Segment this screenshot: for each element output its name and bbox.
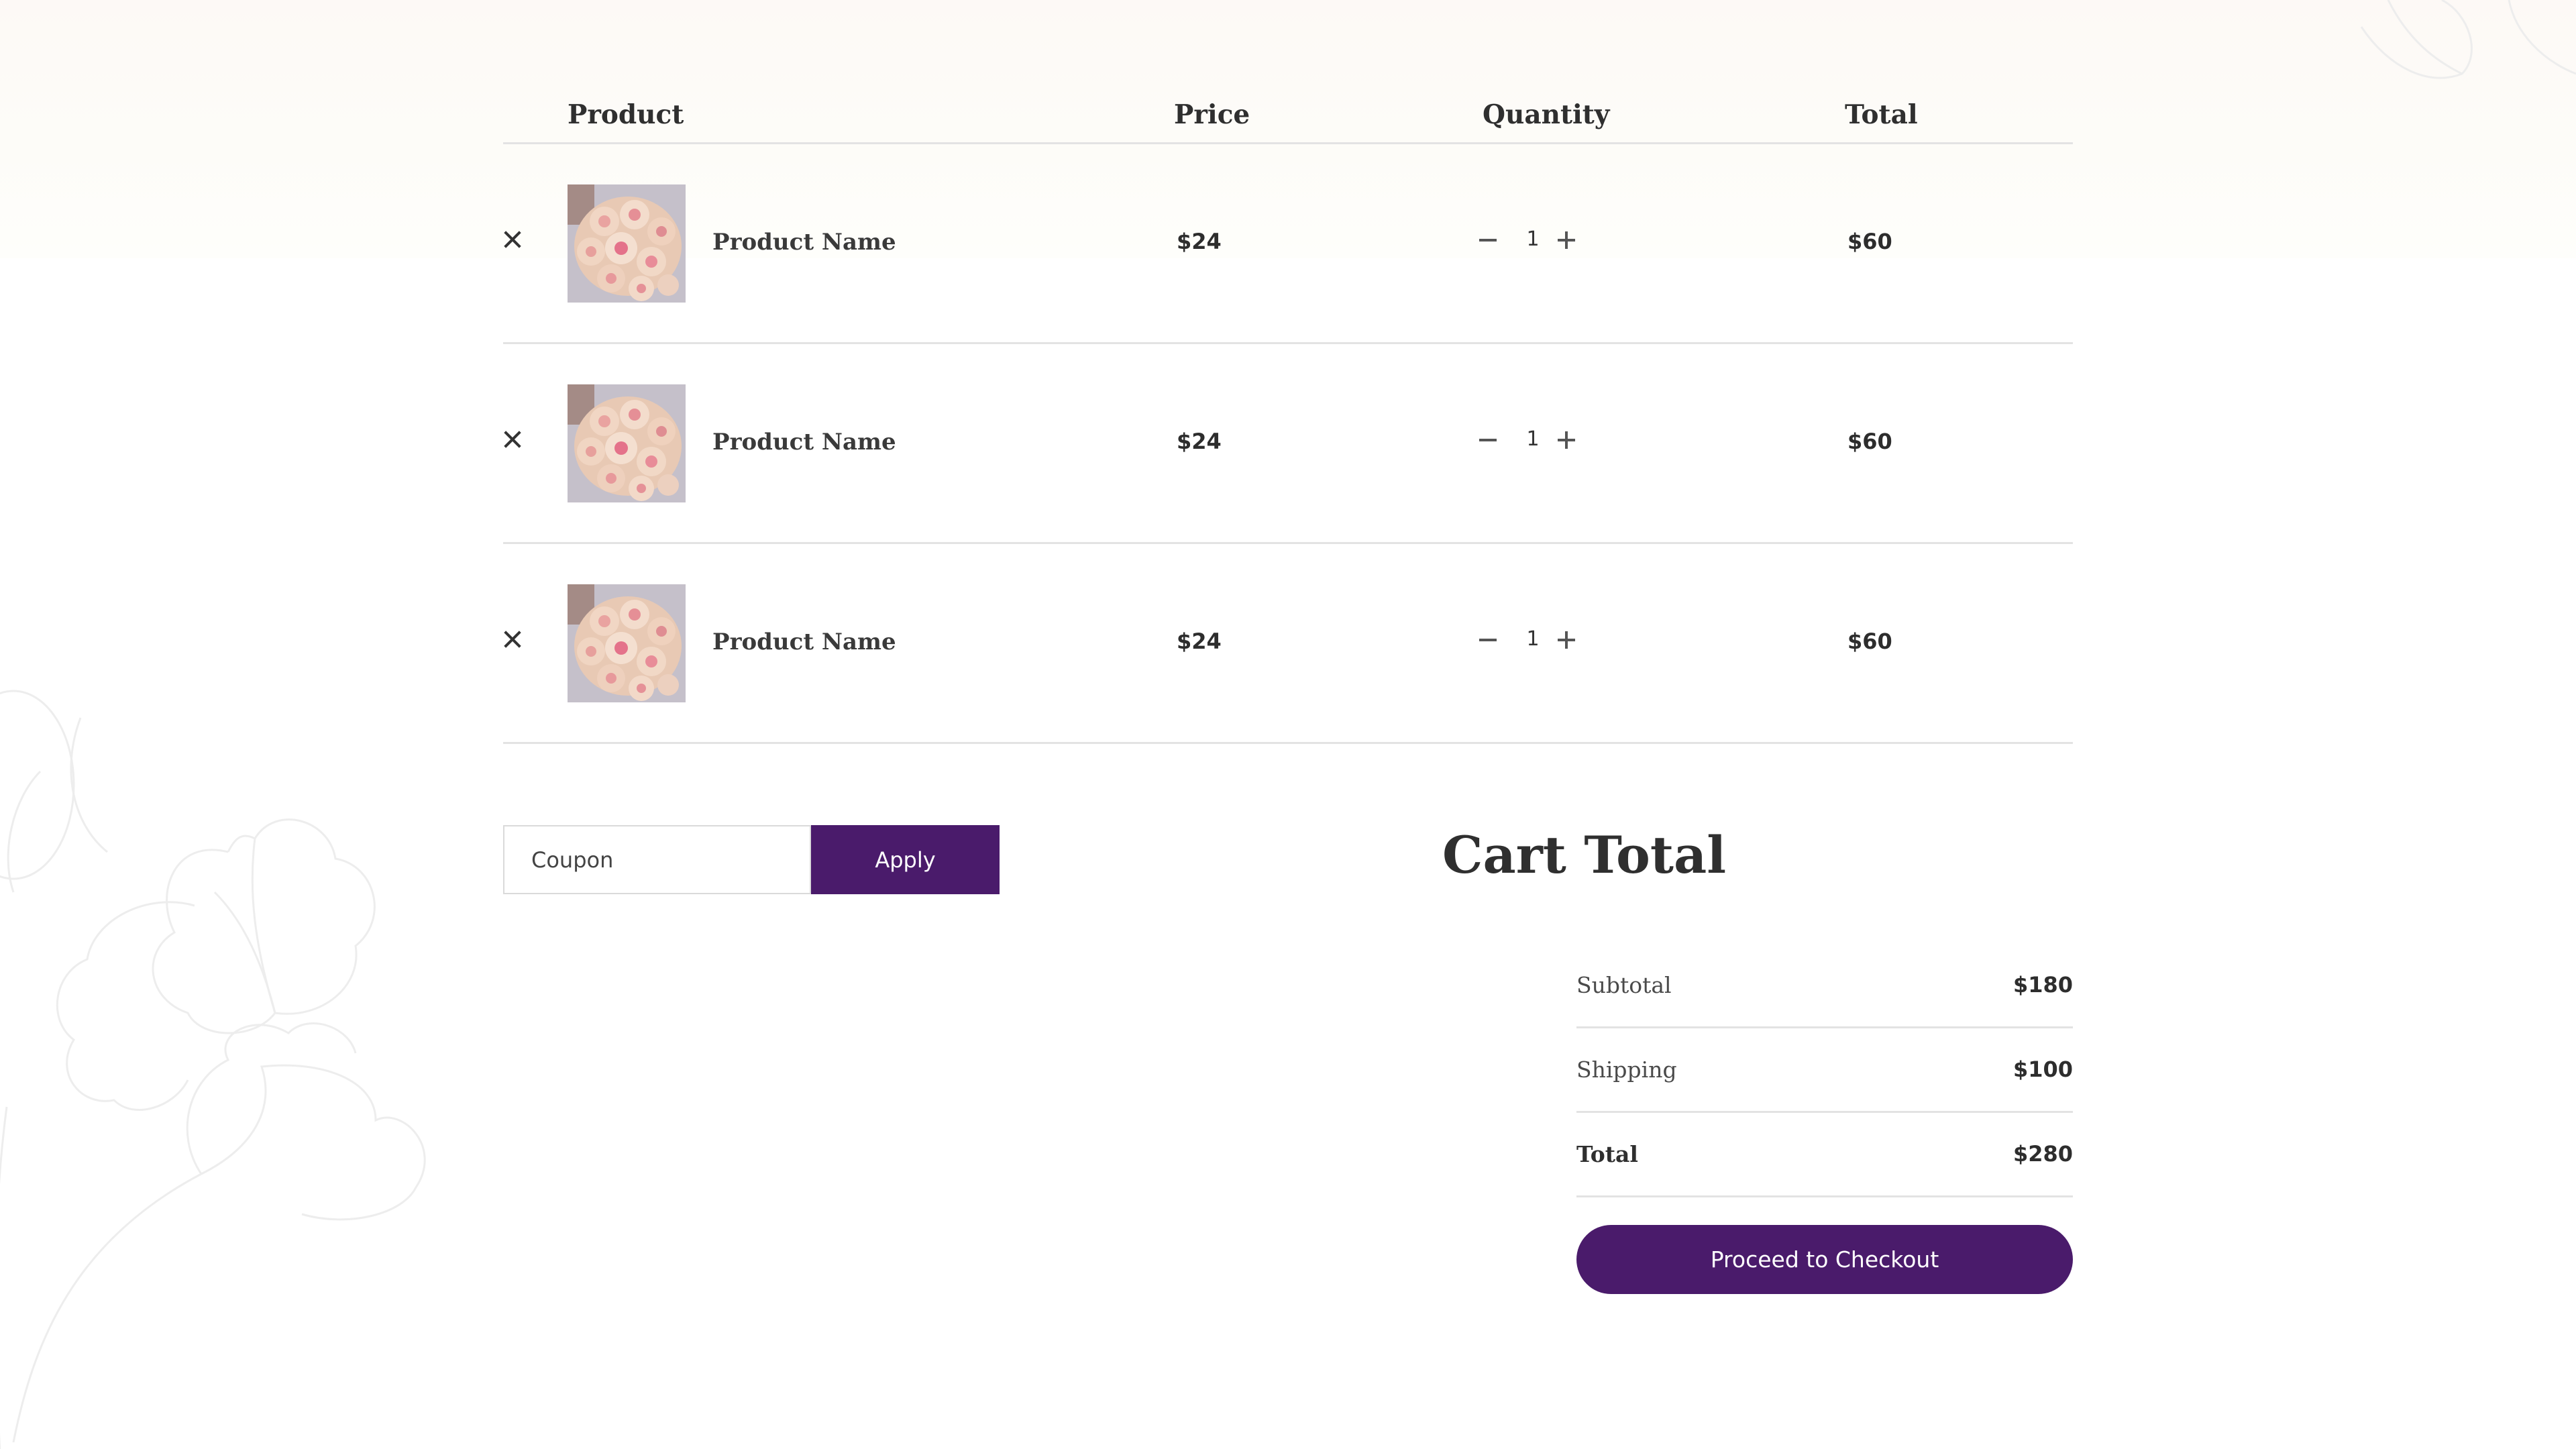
quantity-stepper: 1 — [1479, 623, 1587, 657]
cart-row: Product Name $24 1 $60 — [503, 144, 2073, 344]
plus-icon[interactable] — [1558, 431, 1575, 449]
subtotal-value: $180 — [2012, 972, 2073, 998]
floral-decoration-left — [0, 690, 426, 1449]
cart-total-title: Cart Total — [1442, 825, 1727, 885]
plus-icon[interactable] — [1558, 631, 1575, 649]
apply-coupon-button[interactable]: Apply — [811, 825, 1000, 894]
product-name[interactable]: Product Name — [712, 229, 896, 256]
product-name[interactable]: Product Name — [712, 429, 896, 455]
line-total: $60 — [1847, 429, 1892, 454]
shipping-value: $100 — [2012, 1057, 2073, 1082]
quantity-stepper: 1 — [1479, 223, 1587, 257]
proceed-to-checkout-button[interactable]: Proceed to Checkout — [1576, 1225, 2073, 1294]
product-price: $24 — [1177, 629, 1222, 654]
close-icon[interactable] — [503, 430, 522, 449]
product-price: $24 — [1177, 429, 1222, 454]
product-name[interactable]: Product Name — [712, 629, 896, 655]
total-value: $280 — [2012, 1141, 2073, 1167]
product-image — [568, 584, 686, 702]
close-icon[interactable] — [503, 230, 522, 249]
cart-row: Product Name $24 1 $60 — [503, 544, 2073, 744]
column-header-total: Total — [1845, 99, 1918, 130]
summary-row-subtotal: Subtotal $180 — [1576, 944, 2073, 1028]
summary-row-shipping: Shipping $100 — [1576, 1028, 2073, 1113]
product-price: $24 — [1177, 229, 1222, 254]
column-header-product: Product — [568, 99, 684, 130]
quantity-stepper: 1 — [1479, 423, 1587, 457]
column-header-price: Price — [1174, 99, 1250, 130]
coupon-input[interactable] — [503, 825, 811, 894]
product-image — [568, 384, 686, 502]
subtotal-label: Subtotal — [1576, 972, 1672, 998]
column-header-quantity: Quantity — [1483, 99, 1610, 130]
line-total: $60 — [1847, 629, 1892, 654]
shipping-label: Shipping — [1576, 1057, 1677, 1083]
cart-row: Product Name $24 1 $60 — [503, 344, 2073, 544]
product-image — [568, 184, 686, 303]
line-total: $60 — [1847, 229, 1892, 254]
cart-table-header: Product Price Quantity Total — [503, 94, 2073, 144]
total-label: Total — [1576, 1141, 1638, 1167]
close-icon[interactable] — [503, 630, 522, 649]
summary-row-total: Total $280 — [1576, 1113, 2073, 1197]
plus-icon[interactable] — [1558, 231, 1575, 249]
